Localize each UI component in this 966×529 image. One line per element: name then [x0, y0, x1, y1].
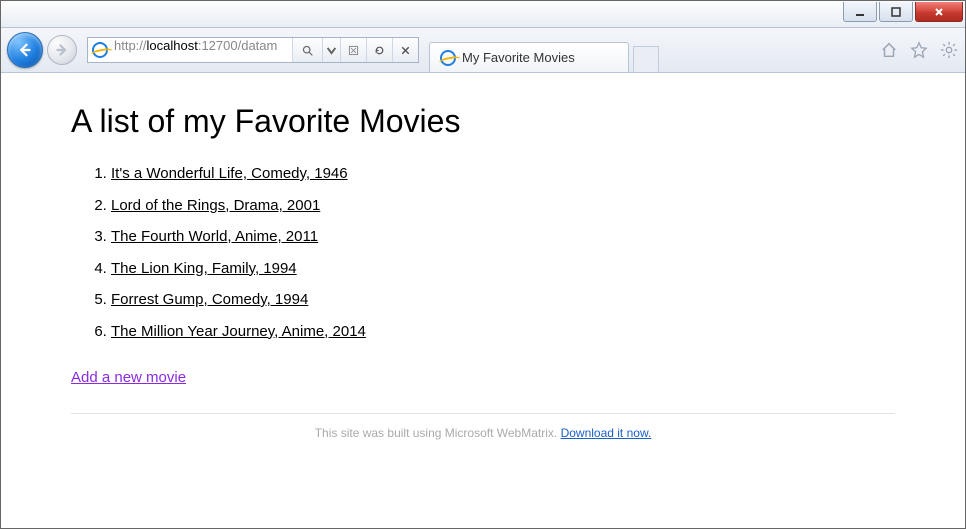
maximize-icon — [890, 6, 902, 18]
search-dropdown-button[interactable] — [322, 38, 340, 62]
browser-tab[interactable]: My Favorite Movies — [429, 42, 629, 72]
compat-icon — [347, 44, 360, 57]
list-item: The Lion King, Family, 1994 — [111, 253, 895, 285]
new-tab-button[interactable] — [633, 46, 659, 72]
window-titlebar — [1, 1, 965, 28]
footer-separator — [71, 413, 895, 414]
home-button[interactable] — [879, 40, 899, 60]
footer: This site was built using Microsoft WebM… — [71, 426, 895, 440]
footer-download-link[interactable]: Download it now. — [561, 426, 652, 440]
list-item: The Million Year Journey, Anime, 2014 — [111, 316, 895, 348]
search-button[interactable] — [292, 38, 322, 62]
list-item: Forrest Gump, Comedy, 1994 — [111, 284, 895, 316]
url-proto: http:// — [114, 38, 147, 53]
tab-favicon-icon — [440, 50, 456, 66]
stop-button[interactable] — [392, 38, 418, 62]
star-icon — [910, 41, 928, 59]
movie-link[interactable]: The Million Year Journey, Anime, 2014 — [111, 323, 366, 340]
stop-icon — [399, 44, 412, 57]
ie-logo-icon — [92, 42, 108, 58]
list-item: It's a Wonderful Life, Comedy, 1946 — [111, 158, 895, 190]
arrow-left-icon — [16, 41, 34, 59]
list-item: The Fourth World, Anime, 2011 — [111, 221, 895, 253]
url-port: :12700 — [198, 38, 238, 53]
url-path: /datam — [238, 38, 278, 53]
refresh-icon — [373, 44, 386, 57]
chevron-down-icon — [325, 44, 338, 57]
forward-button[interactable] — [47, 35, 77, 65]
arrow-right-icon — [53, 41, 71, 59]
browser-toolbar: http://localhost:12700/datam My Favorite… — [1, 28, 965, 73]
tools-button[interactable] — [939, 40, 959, 60]
gear-icon — [940, 41, 958, 59]
tab-title: My Favorite Movies — [462, 50, 575, 65]
url-host: localhost — [147, 38, 198, 53]
movie-link[interactable]: Lord of the Rings, Drama, 2001 — [111, 197, 320, 214]
maximize-button[interactable] — [879, 2, 913, 22]
address-bar: http://localhost:12700/datam — [87, 37, 419, 63]
command-bar — [879, 40, 959, 60]
list-item: Lord of the Rings, Drama, 2001 — [111, 190, 895, 222]
page-content: A list of my Favorite Movies It's a Wond… — [1, 73, 965, 460]
minimize-button[interactable] — [843, 2, 877, 22]
window-controls — [843, 1, 965, 22]
close-icon — [933, 6, 945, 18]
movie-link[interactable]: The Lion King, Family, 1994 — [111, 260, 297, 277]
refresh-button[interactable] — [366, 38, 392, 62]
search-icon — [301, 44, 314, 57]
compat-view-button[interactable] — [340, 38, 366, 62]
close-button[interactable] — [915, 2, 963, 22]
footer-text: This site was built using Microsoft WebM… — [315, 426, 561, 440]
movie-link[interactable]: The Fourth World, Anime, 2011 — [111, 228, 318, 245]
url-input[interactable]: http://localhost:12700/datam — [112, 38, 292, 62]
movie-list: It's a Wonderful Life, Comedy, 1946 Lord… — [71, 158, 895, 347]
movie-link[interactable]: It's a Wonderful Life, Comedy, 1946 — [111, 165, 348, 182]
home-icon — [880, 41, 898, 59]
site-icon — [88, 38, 112, 62]
back-button[interactable] — [7, 32, 43, 68]
add-movie-link[interactable]: Add a new movie — [71, 369, 186, 386]
page-heading: A list of my Favorite Movies — [71, 103, 895, 140]
movie-link[interactable]: Forrest Gump, Comedy, 1994 — [111, 291, 308, 308]
minimize-icon — [854, 6, 866, 18]
favorites-button[interactable] — [909, 40, 929, 60]
